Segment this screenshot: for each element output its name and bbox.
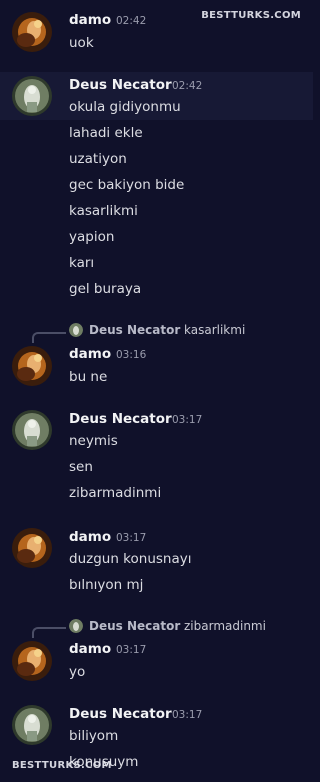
message-text: gel buraya	[69, 281, 142, 297]
message-timestamp: 03:17	[116, 644, 147, 656]
message-author[interactable]: Deus Necator	[69, 411, 172, 427]
message-timestamp: 03:16	[116, 349, 147, 361]
avatar-deus-necator[interactable]	[12, 705, 52, 745]
avatar-deus-necator[interactable]	[12, 410, 52, 450]
message-text: uok	[69, 35, 94, 51]
reply-author[interactable]: Deus Necator	[89, 323, 180, 337]
message-text: kasarlikmi	[69, 203, 138, 219]
message-timestamp: 03:17	[116, 532, 147, 544]
reply-author[interactable]: Deus Necator	[89, 619, 180, 633]
message-timestamp: 02:42	[116, 15, 147, 27]
message-text: zibarmadinmi	[69, 485, 162, 501]
avatar-damo[interactable]	[12, 12, 52, 52]
reply-preview[interactable]: kasarlikmi	[184, 323, 245, 337]
message-text: bılnıyon mj	[69, 577, 144, 593]
message-text: bu ne	[69, 369, 108, 385]
message-author[interactable]: damo	[69, 641, 111, 657]
message-author[interactable]: Deus Necator	[69, 77, 172, 93]
reply-avatar-icon[interactable]	[69, 323, 83, 337]
message-text: neymis	[69, 433, 118, 449]
message-author[interactable]: damo	[69, 346, 111, 362]
avatar-deus-necator[interactable]	[12, 76, 52, 116]
message-timestamp: 03:17	[172, 709, 203, 721]
reply-avatar-icon[interactable]	[69, 619, 83, 633]
reply-spine	[32, 332, 66, 343]
message-text: okula gidiyonmu	[69, 99, 181, 115]
message-text: duzgun konusnayı	[69, 551, 192, 567]
message-author[interactable]: Deus Necator	[69, 706, 172, 722]
message-text: gec bakiyon bide	[69, 177, 185, 193]
message-text: karı	[69, 255, 95, 271]
avatar-damo[interactable]	[12, 641, 52, 681]
message-author[interactable]: damo	[69, 529, 111, 545]
message-text: lahadi ekle	[69, 125, 143, 141]
message-timestamp: 03:17	[172, 414, 203, 426]
avatar-damo[interactable]	[12, 528, 52, 568]
message-text: biliyom	[69, 728, 119, 744]
chat-message-list: damo 02:42 uok Deus Necator 02:42 okula …	[0, 0, 313, 782]
watermark: BESTTURKS.COM	[12, 760, 112, 771]
message-timestamp: 02:42	[172, 80, 203, 92]
reply-preview[interactable]: zibarmadinmi	[184, 619, 266, 633]
message-author[interactable]: damo	[69, 12, 111, 28]
reply-spine	[32, 627, 66, 638]
message-text: sen	[69, 459, 93, 475]
avatar-damo[interactable]	[12, 346, 52, 386]
message-text: yo	[69, 664, 86, 680]
message-text: yapion	[69, 229, 115, 245]
watermark: BESTTURKS.COM	[201, 10, 301, 21]
message-text: uzatiyon	[69, 151, 127, 167]
